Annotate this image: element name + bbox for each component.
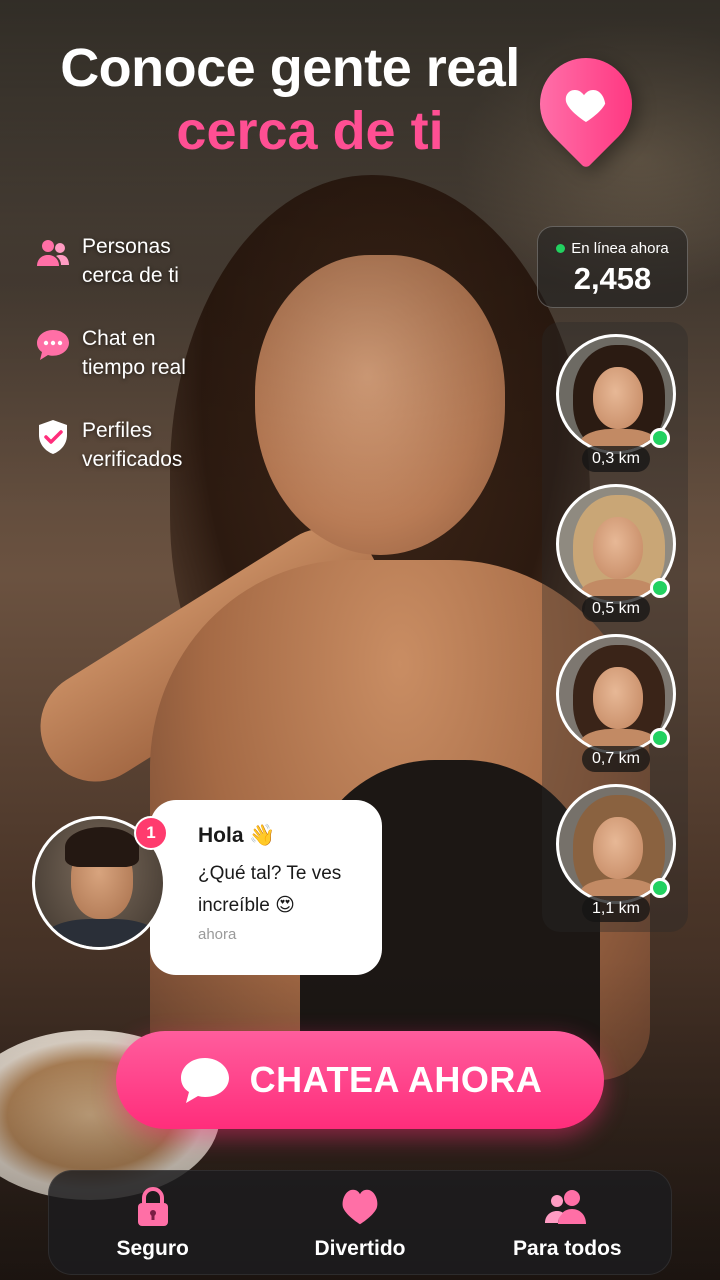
nav-item-divertido[interactable]: Divertido xyxy=(270,1185,450,1261)
nav-label: Para todos xyxy=(513,1236,622,1260)
nav-item-para-todos[interactable]: Para todos xyxy=(477,1185,657,1261)
headline-line1: Conoce gente real xyxy=(60,38,520,98)
chat-bubble-icon xyxy=(178,1055,232,1105)
profile-card[interactable]: 0,3 km xyxy=(556,334,676,474)
unread-badge: 1 xyxy=(134,816,168,850)
lock-icon xyxy=(63,1185,243,1229)
feature-text: Perfiles verificados xyxy=(82,419,183,471)
online-status-icon xyxy=(650,428,670,448)
feature-item: Perfiles verificados xyxy=(34,416,214,474)
online-status-icon xyxy=(650,728,670,748)
chat-now-button[interactable]: CHATEA AHORA xyxy=(116,1031,604,1129)
online-status-icon xyxy=(650,878,670,898)
feature-item: Chat en tiempo real xyxy=(34,324,214,382)
chat-now-label: CHATEA AHORA xyxy=(249,1059,543,1100)
chat-message-bubble[interactable]: Hola 👋 ¿Qué tal? Te ves increíble 😍 ahor… xyxy=(150,800,382,975)
nav-item-seguro[interactable]: Seguro xyxy=(63,1185,243,1261)
bottom-feature-bar: Seguro Divertido Para todos xyxy=(48,1170,672,1275)
chat-time: ahora xyxy=(198,926,237,943)
shield-check-icon xyxy=(34,418,72,456)
online-counter: En línea ahora 2,458 xyxy=(537,226,688,308)
nearby-profiles-panel: 0,3 km 0,5 km 0,7 km 1,1 km xyxy=(542,322,688,932)
online-status-icon xyxy=(650,578,670,598)
chat-greeting: Hola 👋 xyxy=(198,824,276,847)
online-count: 2,458 xyxy=(573,261,652,296)
people-icon xyxy=(34,234,72,272)
people-icon xyxy=(477,1185,657,1229)
feature-text: Personas cerca de ti xyxy=(82,235,179,287)
distance-label: 0,7 km xyxy=(582,746,650,772)
heart-icon xyxy=(270,1185,450,1229)
online-label: En línea ahora xyxy=(571,240,669,257)
nav-label: Divertido xyxy=(314,1236,406,1260)
chat-message: ¿Qué tal? Te ves increíble 😍 xyxy=(198,863,342,916)
profile-card[interactable]: 1,1 km xyxy=(556,784,676,924)
feature-text: Chat en tiempo real xyxy=(82,327,186,379)
feature-list: Personas cerca de ti Chat en tiempo real… xyxy=(34,232,214,508)
headline-line2: cerca de ti xyxy=(176,101,444,161)
profile-card[interactable]: 0,5 km xyxy=(556,484,676,624)
chat-bubble-icon xyxy=(34,326,72,364)
headline: Conoce gente real cerca de ti xyxy=(0,36,580,162)
feature-item: Personas cerca de ti xyxy=(34,232,214,290)
online-dot-icon xyxy=(556,244,566,253)
distance-label: 0,3 km xyxy=(582,446,650,472)
nav-label: Seguro xyxy=(116,1236,189,1260)
distance-label: 1,1 km xyxy=(582,896,650,922)
profile-card[interactable]: 0,7 km xyxy=(556,634,676,774)
distance-label: 0,5 km xyxy=(582,596,650,622)
